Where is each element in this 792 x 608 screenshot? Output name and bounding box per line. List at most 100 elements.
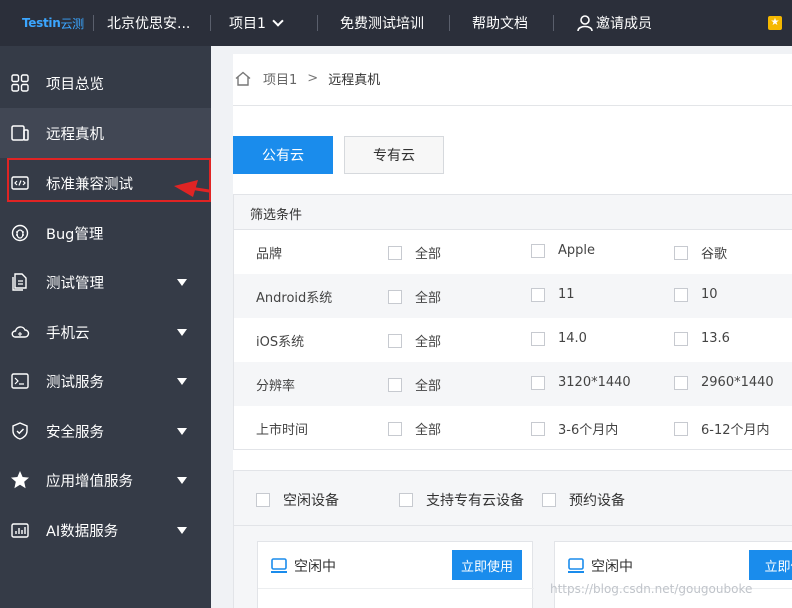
filter-option[interactable]: 全部 <box>388 331 441 350</box>
filter-option[interactable]: 3120*1440 <box>531 375 631 390</box>
caret-down-icon <box>177 278 187 286</box>
option-label: Apple <box>558 243 596 258</box>
sidebar-item-label: 远程真机 <box>46 126 104 143</box>
option-label: 6-12个月内 <box>701 423 770 438</box>
breadcrumb-project[interactable]: 项目1 <box>263 69 297 88</box>
use-now-button[interactable]: 立即使用 <box>452 550 522 580</box>
terminal-icon <box>10 371 30 391</box>
checkbox[interactable] <box>674 421 688 436</box>
filter-private-cloud-devices[interactable]: 支持专有云设备 <box>399 490 524 510</box>
logo-suffix: 云测 <box>60 16 84 31</box>
sidebar-item-bug[interactable]: Bug管理 <box>0 208 211 258</box>
checkbox[interactable] <box>674 245 688 260</box>
filter-option[interactable]: 全部 <box>388 419 441 438</box>
device-status-label: 空闲中 <box>294 559 336 575</box>
filter-option[interactable]: 3-6个月内 <box>531 419 618 438</box>
nav-invite-members[interactable]: 邀请成员 <box>576 0 652 46</box>
sidebar-item-overview[interactable]: 项目总览 <box>0 58 211 108</box>
option-label: 13.6 <box>701 331 730 346</box>
checkbox[interactable] <box>399 493 413 507</box>
nav-free-training[interactable]: 免费测试培训 <box>340 0 424 46</box>
home-icon[interactable] <box>235 71 251 86</box>
checkbox[interactable] <box>531 421 545 436</box>
checkbox[interactable] <box>388 333 402 348</box>
option-label: 14.0 <box>558 331 587 346</box>
public-cloud-tab[interactable]: 公有云 <box>233 136 333 174</box>
option-label: 全部 <box>415 423 442 438</box>
nav-help-docs[interactable]: 帮助文档 <box>472 0 528 46</box>
content-panel: 项目1 > 远程真机 公有云 专有云 筛选条件 品牌 全部 Apple 谷歌 A… <box>233 54 792 608</box>
vip-badge[interactable]: ★ <box>768 0 782 46</box>
project-selector[interactable]: 项目1 <box>229 0 284 46</box>
user-icon <box>577 15 593 32</box>
device-status-icon <box>568 558 584 573</box>
caret-down-icon <box>177 377 187 385</box>
filter-option[interactable]: 10 <box>674 287 718 302</box>
sidebar-item-mobile-cloud[interactable]: 手机云 <box>0 307 211 357</box>
shield-icon <box>10 421 30 441</box>
private-cloud-tab[interactable]: 专有云 <box>344 136 444 174</box>
sidebar-item-ai-data[interactable]: AI数据服务 <box>0 505 211 555</box>
sidebar-item-value-added[interactable]: 应用增值服务 <box>0 455 211 505</box>
star-icon: ★ <box>768 16 782 30</box>
filter-row-android: Android系统 全部 11 10 <box>234 274 792 318</box>
option-label: 3120*1440 <box>558 375 631 390</box>
org-name[interactable]: 北京优思安... <box>107 0 190 46</box>
checkbox[interactable] <box>674 287 688 302</box>
project-name: 项目1 <box>229 16 266 32</box>
star-icon <box>10 470 30 490</box>
watermark: https://blog.csdn.net/gougouboke <box>550 582 753 596</box>
sidebar-item-label: 测试管理 <box>46 275 104 292</box>
filter-title: 筛选条件 <box>234 195 792 230</box>
checkbox[interactable] <box>388 289 402 304</box>
caret-down-icon <box>177 328 187 336</box>
checkbox[interactable] <box>674 375 688 390</box>
sidebar-item-test-management[interactable]: 测试管理 <box>0 257 211 307</box>
filter-option[interactable]: 全部 <box>388 243 441 262</box>
divider <box>553 15 554 31</box>
device-status: 空闲中 <box>270 556 336 576</box>
checkbox[interactable] <box>531 287 545 302</box>
divider <box>258 588 534 589</box>
sidebar-item-label: 应用增值服务 <box>46 473 133 490</box>
filter-option[interactable]: 6-12个月内 <box>674 419 770 438</box>
checkbox[interactable] <box>531 243 545 258</box>
filter-option[interactable]: 全部 <box>388 287 441 306</box>
sidebar-item-test-services[interactable]: 测试服务 <box>0 356 211 406</box>
filter-option[interactable]: 14.0 <box>531 331 587 346</box>
sidebar-item-remote-device[interactable]: 远程真机 <box>0 108 211 158</box>
checkbox[interactable] <box>256 493 270 507</box>
caret-down-icon <box>177 427 187 435</box>
testin-logo[interactable]: Testin 云测 <box>22 0 84 46</box>
option-label: 全部 <box>415 335 442 350</box>
checkbox[interactable] <box>388 421 402 436</box>
checkbox[interactable] <box>531 375 545 390</box>
option-label: 2960*1440 <box>701 375 774 390</box>
option-label: 11 <box>558 287 575 302</box>
filter-idle-devices[interactable]: 空闲设备 <box>256 490 339 510</box>
filter-option[interactable]: 11 <box>531 287 575 302</box>
option-label: 空闲设备 <box>283 493 339 509</box>
checkbox[interactable] <box>531 331 545 346</box>
filter-option[interactable]: 谷歌 <box>674 243 727 262</box>
checkbox[interactable] <box>388 245 402 260</box>
filter-option[interactable]: 2960*1440 <box>674 375 774 390</box>
breadcrumb: 项目1 > 远程真机 <box>233 68 380 88</box>
sidebar-item-label: 手机云 <box>46 325 90 342</box>
filter-option[interactable]: 全部 <box>388 375 441 394</box>
sidebar: 项目总览 远程真机 标准兼容测试 Bug管理 测试管理 手机云 测试服务 安全服… <box>0 46 211 608</box>
device-status: 空闲中 <box>567 556 633 576</box>
sidebar-item-security[interactable]: 安全服务 <box>0 406 211 456</box>
use-now-button[interactable]: 立即使 <box>749 550 792 580</box>
checkbox[interactable] <box>388 377 402 392</box>
filter-row-label: 上市时间 <box>256 423 309 438</box>
filter-reserved-devices[interactable]: 预约设备 <box>542 490 625 510</box>
filter-option[interactable]: Apple <box>531 243 595 258</box>
filter-option[interactable]: 13.6 <box>674 331 730 346</box>
checkbox[interactable] <box>674 331 688 346</box>
checkbox[interactable] <box>542 493 556 507</box>
sidebar-item-label: 项目总览 <box>46 76 104 93</box>
filter-panel: 筛选条件 品牌 全部 Apple 谷歌 Android系统 全部 11 10 i… <box>233 194 792 450</box>
option-label: 谷歌 <box>701 247 728 262</box>
cloud-icon <box>10 322 30 342</box>
